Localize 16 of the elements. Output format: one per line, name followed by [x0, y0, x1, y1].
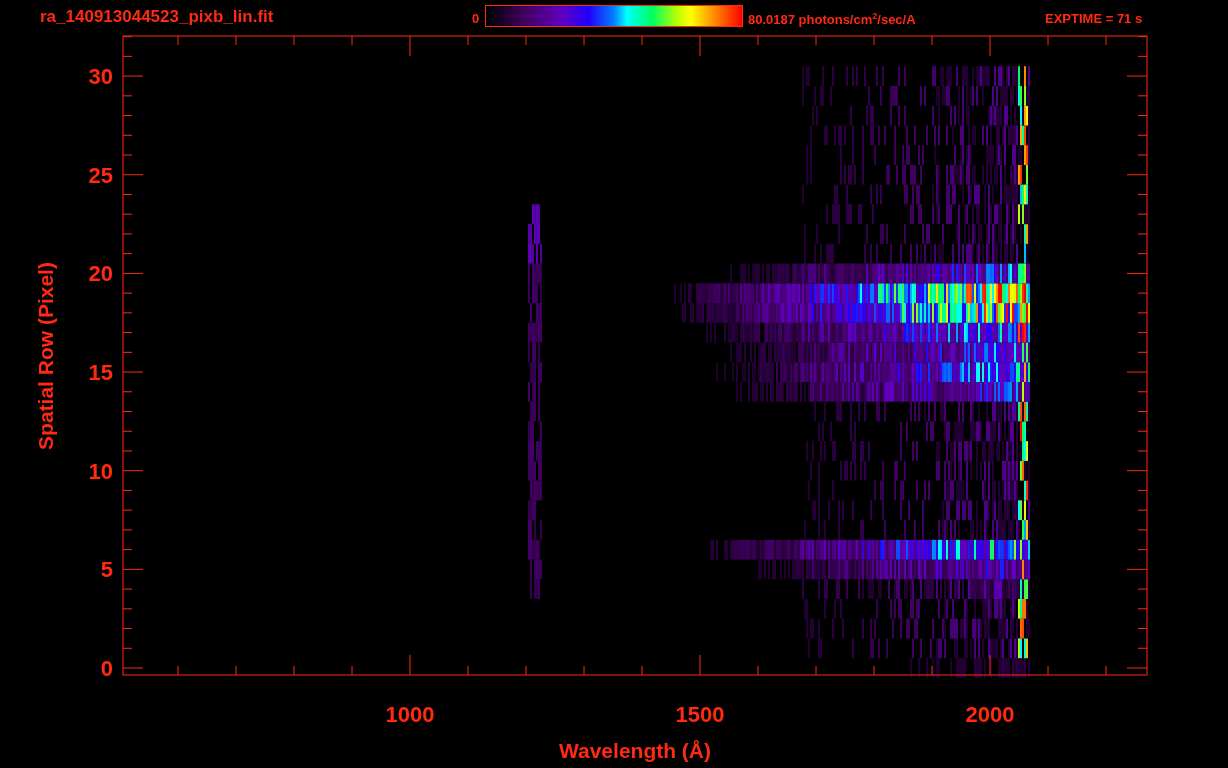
- x-axis-title: Wavelength (Å): [558, 739, 712, 762]
- y-tick-label: 30: [88, 64, 113, 90]
- colorbar-max-label: 80.0187 photons/cm$^{2}$/sec/A: [748, 11, 916, 28]
- x-tick-label: 2000: [965, 702, 1015, 727]
- y-tick-label: 0: [100, 656, 113, 681]
- y-tick-label: 25: [88, 162, 113, 188]
- y-tick-label: 15: [88, 360, 113, 386]
- colorbar-min-label: 0: [472, 11, 480, 26]
- x-tick-label: 1500: [675, 702, 725, 727]
- y-tick-label: 10: [88, 458, 113, 484]
- file-name: ra_140913044523_pixb_lin.fit: [40, 7, 274, 27]
- exposure-time: EXPTIME = 71 s: [1045, 11, 1143, 26]
- y-tick-label: 5: [100, 557, 113, 583]
- y-axis-title: Spatial Row (Pixel): [34, 262, 57, 450]
- y-tick-label: 20: [88, 261, 113, 287]
- x-tick-label: 1000: [385, 702, 435, 727]
